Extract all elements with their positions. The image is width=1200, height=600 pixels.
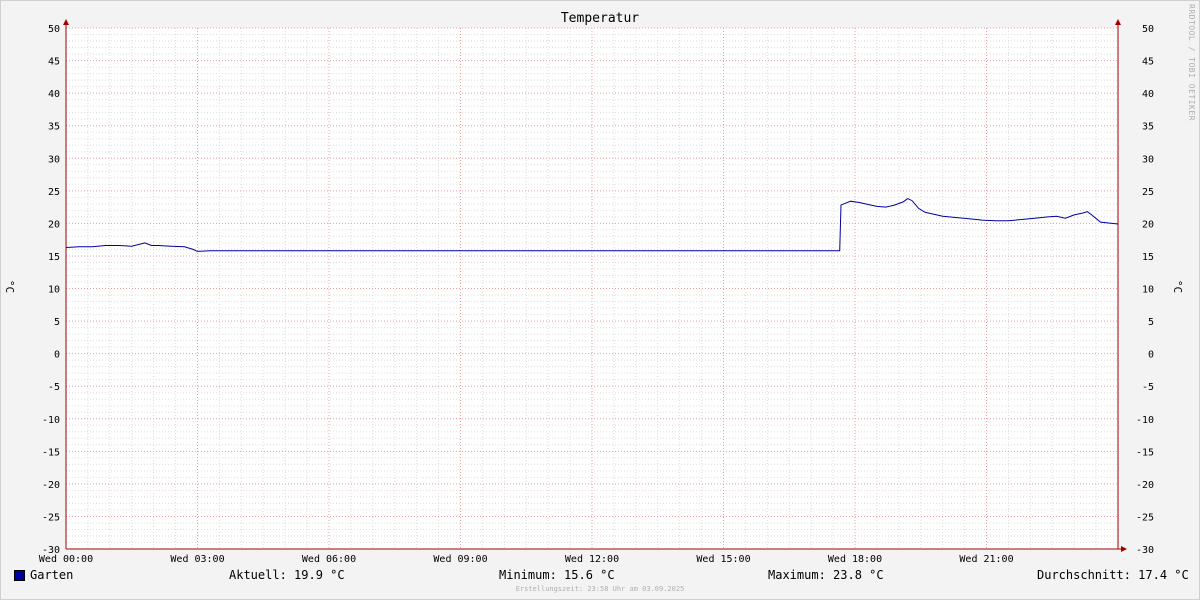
y-tick-label-right: 20: [1142, 219, 1154, 230]
y-tick-label-left: 35: [48, 122, 60, 133]
y-tick-label-right: 30: [1142, 154, 1154, 165]
legend-current: Aktuell: 19.9 °C: [229, 568, 345, 582]
x-tick-label: Wed 21:00: [959, 554, 1013, 565]
y-tick-label-left: 25: [48, 187, 60, 198]
y-tick-label-left: -15: [42, 447, 60, 458]
legend-swatch: [14, 570, 25, 581]
y-tick-labels-right: 50454035302520151050-5-10-15-20-25-30: [1136, 24, 1154, 556]
legend-maximum: Maximum: 23.8 °C: [768, 568, 884, 582]
y-tick-label-right: -15: [1136, 447, 1154, 458]
x-tick-label: Wed 09:00: [433, 554, 487, 565]
y-tick-label-left: 40: [48, 89, 60, 100]
legend-series-name: Garten: [30, 568, 74, 582]
y-tick-label-right: 15: [1142, 252, 1154, 263]
y-tick-label-left: -20: [42, 480, 60, 491]
x-tick-label: Wed 06:00: [302, 554, 356, 565]
x-axis-arrow: [1121, 546, 1127, 552]
y-axis-unit-left: °C: [3, 279, 17, 294]
y-tick-label-right: 0: [1148, 350, 1154, 361]
y-tick-label-right: -25: [1136, 512, 1154, 523]
y-tick-label-right: 5: [1148, 317, 1154, 328]
x-tick-label: Wed 15:00: [696, 554, 750, 565]
y-tick-label-left: 0: [54, 350, 60, 361]
y-tick-label-right: -30: [1136, 545, 1154, 556]
y-tick-label-right: -5: [1142, 382, 1154, 393]
y-tick-label-right: 25: [1142, 187, 1154, 198]
y-tick-label-left: 5: [54, 317, 60, 328]
y-tick-label-right: 35: [1142, 122, 1154, 133]
y-tick-label-left: -10: [42, 415, 60, 426]
x-tick-label: Wed 12:00: [565, 554, 619, 565]
footer-timestamp: Erstellungszeit: 23:58 Uhr am 03.09.2025: [515, 585, 685, 593]
x-tick-label: Wed 18:00: [828, 554, 882, 565]
legend-average: Durchschnitt: 17.4 °C: [1037, 568, 1189, 582]
y-tick-label-right: -10: [1136, 415, 1154, 426]
x-tick-labels: Wed 00:00 Wed 03:00 Wed 06:00 Wed 09:00 Wed …: [39, 554, 1014, 565]
y-tick-label-right: -20: [1136, 480, 1154, 491]
y-tick-label-left: 15: [48, 252, 60, 263]
y-tick-label-left: 30: [48, 154, 60, 165]
y-tick-label-right: 10: [1142, 285, 1154, 296]
y-tick-label-left: -25: [42, 512, 60, 523]
x-tick-label: Wed 03:00: [170, 554, 224, 565]
y-tick-label-left: 45: [48, 57, 60, 68]
x-tick-label: Wed 00:00: [39, 554, 93, 565]
watermark: RRDTOOL / TOBI OETIKER: [1187, 4, 1196, 121]
y-tick-label-right: 45: [1142, 57, 1154, 68]
y-tick-label-right: 40: [1142, 89, 1154, 100]
chart-title: Temperatur: [560, 11, 640, 26]
chart-canvas: 50454035302520151050-5-10-15-20-25-30 50…: [39, 19, 1154, 565]
y-tick-label-left: 10: [48, 285, 60, 296]
y-tick-labels-left: 50454035302520151050-5-10-15-20-25-30: [42, 24, 60, 556]
legend-minimum: Minimum: 15.6 °C: [499, 568, 615, 582]
y-tick-label-left: 20: [48, 219, 60, 230]
y-axis-unit-right: °C: [1171, 279, 1185, 294]
y-tick-label-left: -5: [48, 382, 60, 393]
